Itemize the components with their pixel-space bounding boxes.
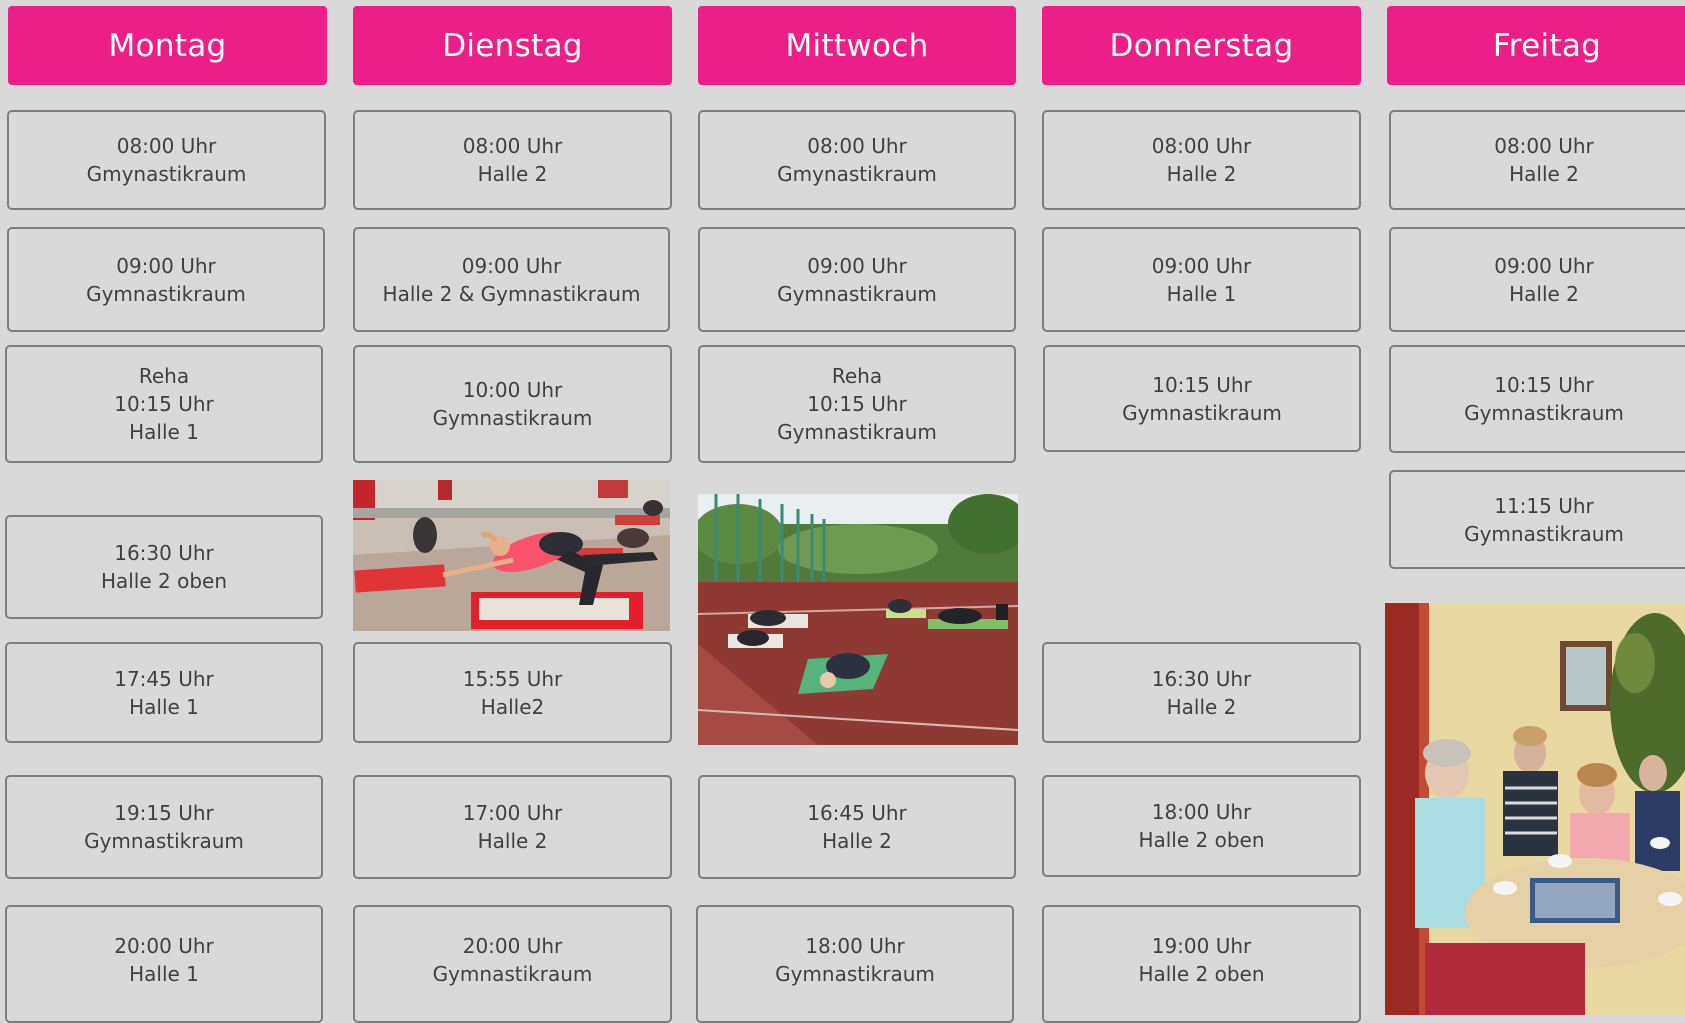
session-time: 10:15 Uhr — [1494, 373, 1594, 397]
session-time: 17:00 Uhr — [462, 801, 563, 825]
day-header-mittwoch: Mittwoch — [698, 6, 1016, 85]
session-room: Gymnastikraum — [432, 406, 593, 430]
session-card[interactable]: 17:00 Uhr Halle 2 — [353, 775, 672, 879]
session-card[interactable]: Reha 10:15 Uhr Halle 1 — [5, 345, 323, 463]
session-time: 15:55 Uhr — [462, 666, 563, 691]
session-room: Gymnastikraum — [777, 281, 937, 306]
session-room: Gmynastikraum — [86, 162, 247, 186]
session-room: Halle 2 — [477, 829, 548, 853]
session-time: 09:00 Uhr — [1151, 253, 1252, 278]
session-card[interactable]: 15:55 Uhr Halle2 — [353, 642, 672, 743]
session-time: 08:00 Uhr — [807, 134, 907, 158]
session-room: Halle 2 — [1509, 162, 1579, 186]
day-header-dienstag: Dienstag — [353, 6, 672, 85]
session-card[interactable]: 20:00 Uhr Gymnastikraum — [353, 905, 672, 1023]
session-room: Halle 1 — [1166, 281, 1237, 306]
day-header-montag: Montag — [8, 6, 327, 85]
session-time: 11:15 Uhr — [1494, 493, 1594, 518]
session-room: Gymnastikraum — [775, 962, 935, 986]
session-room: Halle 2 — [1166, 162, 1237, 186]
session-room: Halle 2 — [822, 829, 892, 853]
session-card[interactable]: 09:00 Uhr Halle 1 — [1042, 227, 1361, 332]
session-card[interactable]: 19:15 Uhr Gymnastikraum — [5, 775, 323, 879]
session-time: 08:00 Uhr — [1494, 134, 1594, 158]
outdoor-exercise-photo — [698, 494, 1018, 745]
session-card[interactable]: 17:45 Uhr Halle 1 — [5, 642, 323, 743]
session-card[interactable]: 16:45 Uhr Halle 2 — [698, 775, 1016, 879]
session-room: Gymnastikraum — [432, 962, 593, 986]
session-time: 20:00 Uhr — [114, 934, 214, 958]
session-time: 09:00 Uhr — [1494, 253, 1594, 278]
session-card[interactable]: 08:00 Uhr Halle 2 — [1042, 110, 1361, 210]
session-time: 20:00 Uhr — [462, 934, 563, 958]
session-time: 10:15 Uhr — [114, 392, 214, 416]
session-time: 10:00 Uhr — [462, 378, 563, 402]
session-title: Reha — [831, 364, 883, 388]
session-card[interactable]: 08:00 Uhr Gmynastikraum — [698, 110, 1016, 210]
session-room: Gymnastikraum — [777, 420, 937, 444]
session-room: Halle2 — [480, 694, 545, 719]
session-time: 08:00 Uhr — [116, 134, 217, 158]
session-card[interactable]: 09:00 Uhr Gymnastikraum — [698, 227, 1016, 332]
session-time: 17:45 Uhr — [114, 666, 214, 691]
session-time: 10:15 Uhr — [807, 392, 907, 416]
session-title: Reha — [138, 364, 190, 388]
session-card[interactable]: 09:00 Uhr Halle 2 & Gymnastikraum — [353, 227, 670, 332]
session-room: Halle 2 — [477, 162, 548, 186]
session-time: 16:30 Uhr — [114, 541, 214, 565]
session-room: Halle 2 oben — [1138, 828, 1265, 852]
session-room: Gymnastikraum — [1464, 521, 1624, 546]
session-time: 18:00 Uhr — [1151, 800, 1252, 824]
session-card[interactable]: 18:00 Uhr Halle 2 oben — [1042, 775, 1361, 877]
session-card[interactable]: 19:00 Uhr Halle 2 oben — [1042, 905, 1361, 1023]
day-header-donnerstag: Donnerstag — [1042, 6, 1361, 85]
session-card[interactable]: 20:00 Uhr Halle 1 — [5, 905, 323, 1023]
session-card[interactable]: Reha 10:15 Uhr Gymnastikraum — [698, 345, 1016, 463]
session-time: 18:00 Uhr — [805, 934, 905, 958]
session-card[interactable]: 09:00 Uhr Gymnastikraum — [7, 227, 325, 332]
session-room: Gymnastikraum — [1122, 400, 1282, 425]
session-card[interactable]: 09:00 Uhr Halle 2 — [1389, 227, 1685, 332]
session-time: 09:00 Uhr — [116, 253, 216, 278]
session-card[interactable]: 16:30 Uhr Halle 2 oben — [5, 515, 323, 619]
session-room: Halle 2 — [1166, 694, 1237, 719]
session-time: 16:45 Uhr — [807, 801, 907, 825]
session-time: 08:00 Uhr — [462, 134, 563, 158]
session-card[interactable]: 10:15 Uhr Gymnastikraum — [1043, 345, 1361, 452]
session-time: 16:30 Uhr — [1151, 666, 1252, 691]
session-card[interactable]: 08:00 Uhr Halle 2 — [1389, 110, 1685, 210]
session-room: Gmynastikraum — [777, 162, 937, 186]
session-room: Halle 2 oben — [100, 569, 228, 593]
session-room: Gymnastikraum — [86, 281, 246, 306]
session-room: Halle 1 — [129, 694, 199, 719]
session-time: 19:00 Uhr — [1151, 934, 1252, 958]
session-room: Halle 2 — [1509, 281, 1579, 306]
session-room: Halle 1 — [129, 962, 199, 986]
session-card[interactable]: 08:00 Uhr Halle 2 — [353, 110, 672, 210]
session-room: Halle 1 — [129, 420, 199, 444]
session-time: 10:15 Uhr — [1152, 372, 1252, 397]
senior-cafe-photo — [1385, 603, 1685, 1015]
session-time: 08:00 Uhr — [1151, 134, 1252, 158]
session-time: 09:00 Uhr — [461, 253, 562, 278]
session-card[interactable]: 10:15 Uhr Gymnastikraum — [1389, 345, 1685, 453]
session-card[interactable]: 16:30 Uhr Halle 2 — [1042, 642, 1361, 743]
day-header-freitag: Freitag — [1387, 6, 1685, 85]
session-card[interactable]: 08:00 Uhr Gmynastikraum — [7, 110, 326, 210]
session-room: Halle 2 oben — [1138, 962, 1265, 986]
session-room: Halle 2 & Gymnastikraum — [382, 281, 641, 306]
session-time: 09:00 Uhr — [807, 253, 907, 278]
session-time: 19:15 Uhr — [114, 801, 214, 825]
session-card[interactable]: 10:00 Uhr Gymnastikraum — [353, 345, 672, 463]
session-card[interactable]: 18:00 Uhr Gymnastikraum — [696, 905, 1014, 1023]
session-room: Gymnastikraum — [1464, 401, 1624, 425]
session-room: Gymnastikraum — [84, 829, 244, 853]
gymnastics-class-photo — [353, 480, 670, 631]
session-card[interactable]: 11:15 Uhr Gymnastikraum — [1389, 470, 1685, 569]
